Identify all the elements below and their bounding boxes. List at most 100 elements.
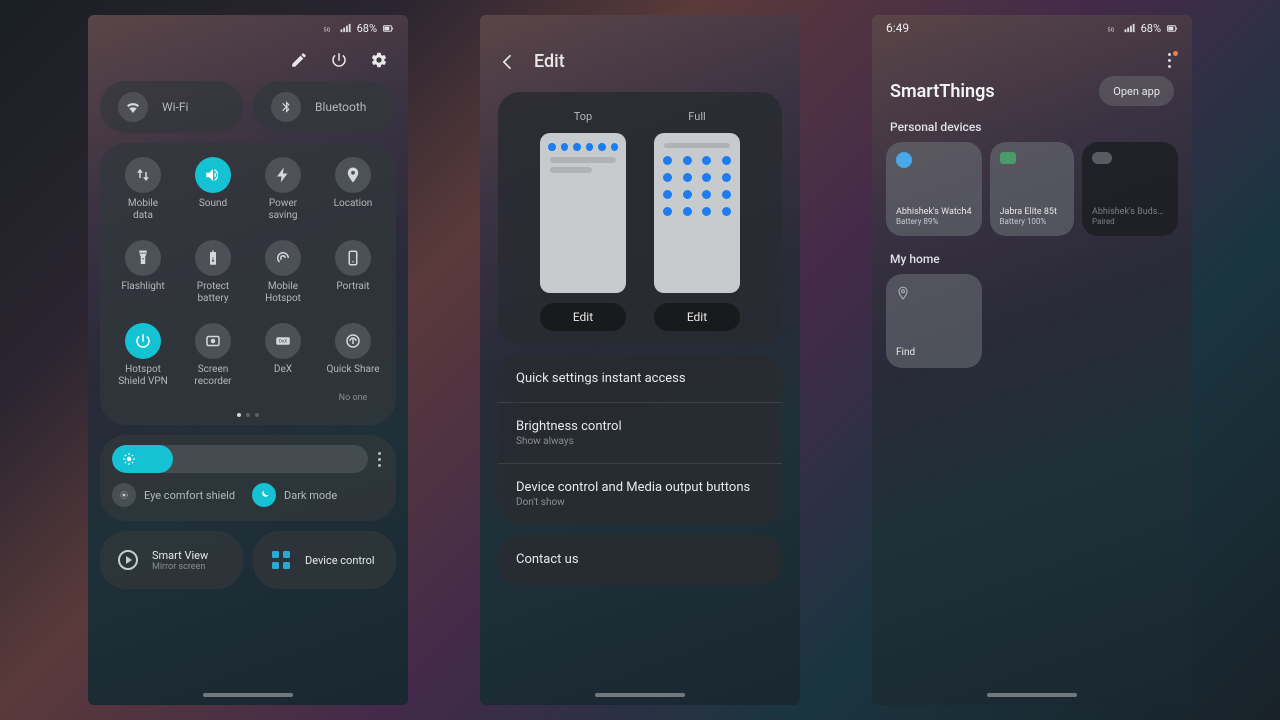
bluetooth-icon <box>271 92 301 122</box>
device-card[interactable]: Abhishek's Buds2 ...Paired <box>1082 142 1178 236</box>
network-5g-icon: 5G <box>1107 23 1119 34</box>
home-indicator[interactable] <box>987 693 1077 697</box>
edit-top-button[interactable]: Edit <box>540 303 626 331</box>
smart-view-sub: Mirror screen <box>152 562 208 572</box>
settings-item-title: Quick settings instant access <box>516 371 764 386</box>
dark-mode-label: Dark mode <box>284 489 337 502</box>
brightness-more-button[interactable] <box>378 452 384 467</box>
device-status: Battery 89% <box>896 217 972 226</box>
contact-us-label: Contact us <box>516 552 579 567</box>
battery-pct: 68% <box>357 22 377 35</box>
location-pin-icon <box>896 284 910 302</box>
tile-label: HotspotShield VPN <box>118 364 168 388</box>
home-indicator[interactable] <box>595 693 685 697</box>
personal-devices-label: Personal devices <box>872 120 1192 142</box>
status-bar: 6:49 5G 68% <box>872 15 1192 41</box>
tile-label: Mobiledata <box>128 198 158 222</box>
layout-top-label: Top <box>574 110 592 123</box>
smartthings-header <box>872 41 1192 68</box>
contact-us-item[interactable]: Contact us <box>498 534 782 585</box>
settings-item[interactable]: Quick settings instant access <box>498 355 782 402</box>
dark-mode-toggle[interactable]: Dark mode <box>252 483 384 507</box>
quick-settings-panel: 5G 68% Wi-Fi Bluetooth Mobiledata Sound Po… <box>88 15 408 705</box>
power-icon[interactable] <box>330 51 348 69</box>
quick-tile-power-saving[interactable]: Powersaving <box>248 157 318 222</box>
brightness-slider[interactable] <box>112 445 368 473</box>
eye-comfort-toggle[interactable]: Eye comfort shield <box>112 483 244 507</box>
layout-full-label: Full <box>688 110 705 123</box>
quick-tile-vpn[interactable]: HotspotShield VPN <box>108 323 178 403</box>
flashlight-icon <box>125 240 161 276</box>
home-indicator[interactable] <box>203 693 293 697</box>
more-menu-button[interactable] <box>1168 53 1174 68</box>
tile-label: Powersaving <box>269 198 298 222</box>
device-icon <box>896 152 912 168</box>
eye-comfort-icon <box>112 483 136 507</box>
quick-tile-sound[interactable]: Sound <box>178 157 248 222</box>
device-status: Battery 100% <box>1000 217 1064 226</box>
bluetooth-label: Bluetooth <box>315 100 366 114</box>
quick-tile-location[interactable]: Location <box>318 157 388 222</box>
layout-preview-card: Top Edit Full <box>498 92 782 345</box>
open-app-button[interactable]: Open app <box>1099 76 1174 106</box>
moon-icon <box>252 483 276 507</box>
signal-icon <box>340 23 352 34</box>
device-name: Jabra Elite 85t <box>1000 207 1064 217</box>
my-home-label: My home <box>872 236 1192 274</box>
layout-full-preview <box>654 133 740 293</box>
smart-view-title: Smart View <box>152 549 208 562</box>
device-icon <box>1000 152 1016 164</box>
panel-header-actions <box>88 41 408 81</box>
device-status: Paired <box>1092 217 1168 226</box>
find-label: Find <box>896 347 972 358</box>
quick-tile-hotspot[interactable]: MobileHotspot <box>248 240 318 305</box>
status-bar: 5G 68% <box>88 15 408 41</box>
bluetooth-toggle[interactable]: Bluetooth <box>253 81 396 133</box>
location-icon <box>335 157 371 193</box>
edit-settings-list: Quick settings instant access Brightness … <box>498 355 782 524</box>
quick-tile-dex[interactable]: DeXDeX <box>248 323 318 403</box>
find-card[interactable]: Find <box>886 274 982 368</box>
tile-label: Portrait <box>336 281 369 305</box>
edit-full-button[interactable]: Edit <box>654 303 740 331</box>
settings-item[interactable]: Brightness controlShow always <box>498 402 782 463</box>
layout-option-top[interactable]: Top Edit <box>540 110 626 331</box>
tile-label: Screenrecorder <box>194 364 231 388</box>
back-icon[interactable] <box>498 52 518 72</box>
smart-view-tile[interactable]: Smart View Mirror screen <box>100 531 243 589</box>
wifi-label: Wi-Fi <box>162 100 188 114</box>
network-5g-icon: 5G <box>323 23 335 34</box>
settings-item-title: Device control and Media output buttons <box>516 480 764 495</box>
layout-option-full[interactable]: Full Edit <box>654 110 740 331</box>
quick-tile-protect-battery[interactable]: Protectbattery <box>178 240 248 305</box>
gear-icon[interactable] <box>370 51 388 69</box>
device-card[interactable]: Jabra Elite 85tBattery 100% <box>990 142 1074 236</box>
quick-tile-screen-recorder[interactable]: Screenrecorder <box>178 323 248 403</box>
edit-icon[interactable] <box>290 51 308 69</box>
eye-comfort-label: Eye comfort shield <box>144 489 235 502</box>
device-control-icon <box>269 548 293 572</box>
device-card[interactable]: Abhishek's Watch4Battery 89% <box>886 142 982 236</box>
app-title: SmartThings <box>890 81 995 102</box>
smart-view-icon <box>116 548 140 572</box>
quick-tile-flashlight[interactable]: Flashlight <box>108 240 178 305</box>
page-indicator <box>108 403 388 417</box>
wifi-toggle[interactable]: Wi-Fi <box>100 81 243 133</box>
quick-tile-quick-share[interactable]: Quick ShareNo one <box>318 323 388 403</box>
layout-top-preview <box>540 133 626 293</box>
settings-item-sub: Don't show <box>516 497 764 508</box>
tile-sublabel: No one <box>339 393 368 403</box>
signal-icon <box>1124 23 1136 34</box>
screen-recorder-icon <box>195 323 231 359</box>
quick-tile-mobile-data[interactable]: Mobiledata <box>108 157 178 222</box>
device-control-label: Device control <box>305 554 375 567</box>
quick-share-icon <box>335 323 371 359</box>
smartthings-screen: 6:49 5G 68% SmartThings Open app Persona… <box>872 15 1192 705</box>
device-icon <box>1092 152 1112 164</box>
settings-item[interactable]: Device control and Media output buttons D… <box>498 463 782 524</box>
hotspot-icon <box>265 240 301 276</box>
svg-text:5G: 5G <box>323 27 330 33</box>
device-name: Abhishek's Buds2 ... <box>1092 207 1168 217</box>
quick-tile-portrait[interactable]: Portrait <box>318 240 388 305</box>
device-control-tile[interactable]: Device control <box>253 531 396 589</box>
